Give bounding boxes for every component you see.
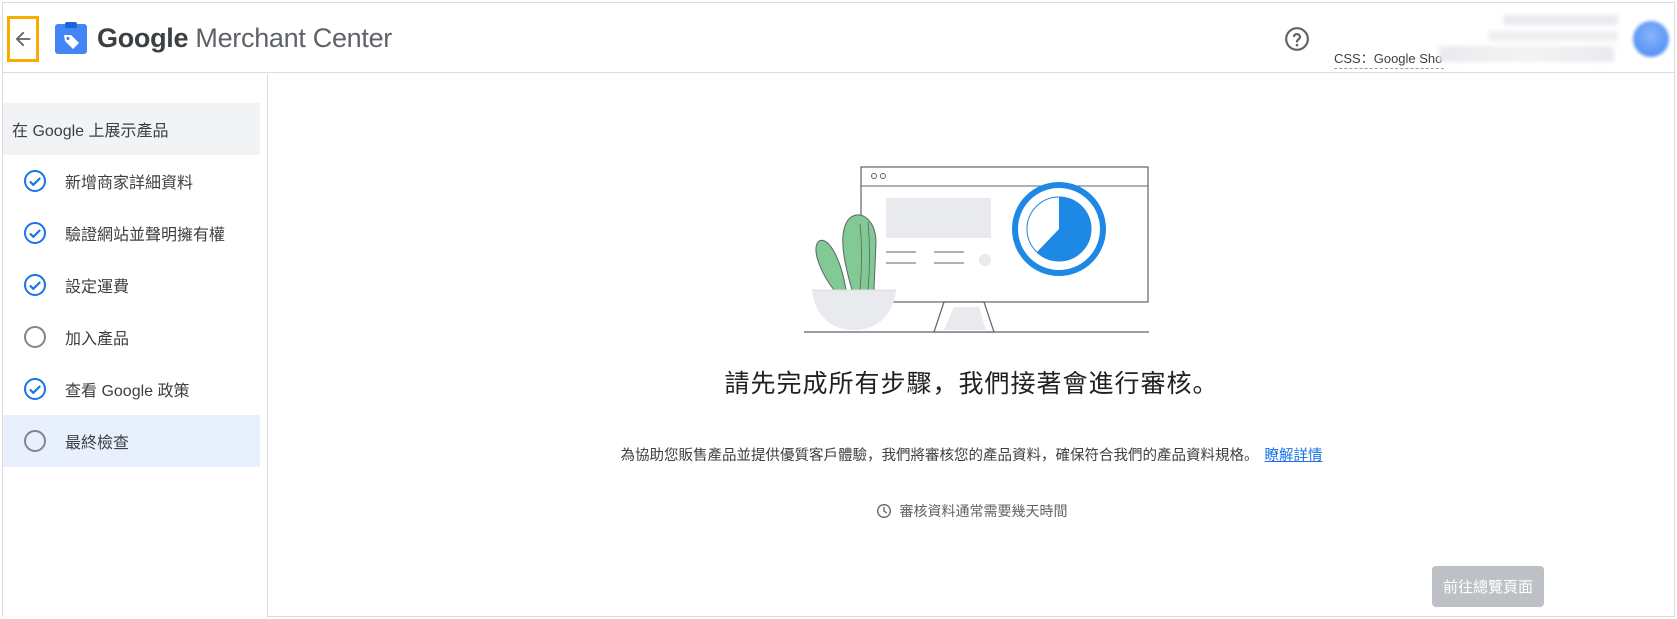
sidebar-step-review-policies[interactable]: 查看 Google 政策: [3, 363, 260, 415]
check-circle-icon: [24, 378, 46, 400]
review-time-text: 審核資料通常需要幾天時間: [899, 503, 1068, 519]
sidebar-step-label: 新增商家詳細資料: [65, 175, 194, 192]
help-circle-icon[interactable]: [1284, 26, 1310, 52]
clock-icon: [876, 504, 891, 518]
empty-circle-icon: [24, 326, 46, 348]
account-avatar[interactable]: [1633, 21, 1669, 57]
sidebar-step-label: 最終檢查: [65, 435, 130, 452]
app-window: Google Merchant Center CSS：Google Sho 在 …: [2, 2, 1675, 618]
page-headline: 請先完成所有步驟，我們接著會進行審核。: [724, 370, 1219, 398]
review-pending-illustration: [804, 166, 1149, 333]
css-value-redacted: [1439, 46, 1614, 62]
arrow-left-icon: [15, 31, 31, 47]
empty-circle-icon: [24, 430, 46, 452]
review-time-note: 審核資料通常需要幾天時間: [269, 501, 1674, 521]
sidebar-step-label: 查看 Google 政策: [65, 383, 190, 400]
check-circle-icon: [24, 170, 46, 192]
sidebar-step-business-info[interactable]: 新增商家詳細資料: [3, 155, 260, 207]
main-content: 請先完成所有步驟，我們接著會進行審核。 為協助您販售產品並提供優質客戶體驗，我們…: [269, 74, 1674, 618]
review-description: 為協助您販售產品並提供優質客戶體驗，我們將審核您的產品資料，確保符合我們的產品資…: [269, 444, 1674, 465]
top-bar: Google Merchant Center CSS：Google Sho: [3, 3, 1674, 73]
merchant-tag-icon: [55, 22, 87, 54]
account-email-redacted: [1488, 31, 1618, 41]
sidebar-step-shipping[interactable]: 設定運費: [3, 259, 260, 311]
description-text: 為協助您販售產品並提供優質客戶體驗，我們將審核您的產品資料，確保符合我們的產品資…: [620, 448, 1259, 464]
learn-more-link[interactable]: 瞭解詳情: [1265, 448, 1323, 464]
sidebar-step-label: 設定運費: [65, 279, 130, 296]
back-button[interactable]: [7, 16, 39, 62]
css-selector[interactable]: CSS：Google Sho: [1334, 48, 1444, 69]
check-circle-icon: [24, 222, 46, 244]
sidebar-step-final-check[interactable]: 最終檢查: [3, 415, 260, 467]
setup-sidebar: 在 Google 上展示產品 新增商家詳細資料 驗證網站並聲明擁有權 設定運費 …: [3, 74, 268, 618]
sidebar-step-add-products[interactable]: 加入產品: [3, 311, 260, 363]
account-name-redacted: [1503, 15, 1618, 25]
product-name: Google Merchant Center: [97, 23, 392, 53]
sidebar-section-title: 在 Google 上展示產品: [3, 103, 260, 155]
sidebar-step-label: 驗證網站並聲明擁有權: [65, 227, 226, 244]
check-circle-icon: [24, 274, 46, 296]
sidebar-step-label: 加入產品: [65, 331, 130, 348]
go-to-overview-button[interactable]: 前往總覽頁面: [1432, 566, 1544, 607]
sidebar-step-verify-website[interactable]: 驗證網站並聲明擁有權: [3, 207, 260, 259]
